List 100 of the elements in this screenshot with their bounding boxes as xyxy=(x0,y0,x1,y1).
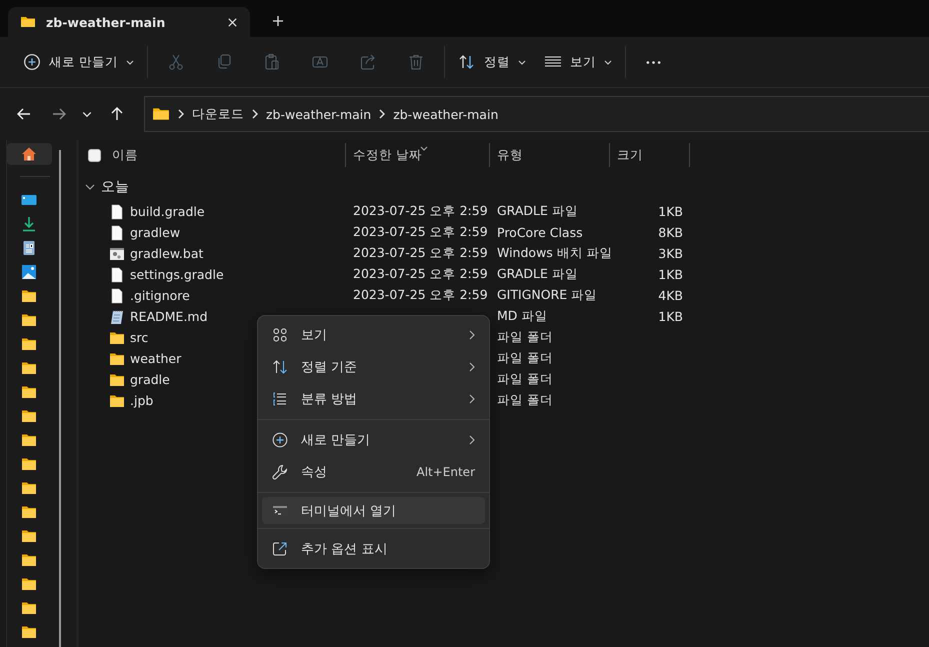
menu-item[interactable]: 터미널에서 열기 xyxy=(262,497,485,524)
monitor-icon xyxy=(21,192,37,208)
file-type: 파일 폴더 xyxy=(497,371,553,386)
chevron-right-icon[interactable] xyxy=(252,109,258,119)
new-button[interactable]: 새로 만들기 xyxy=(14,45,143,79)
file-type: ProCore Class xyxy=(497,225,583,240)
file-name[interactable]: settings.gradle xyxy=(130,267,224,282)
menu-item[interactable]: 보기 xyxy=(262,319,485,351)
window-tab[interactable]: zb-weather-main xyxy=(8,7,250,37)
file-icon xyxy=(109,204,125,220)
chevron-right-icon[interactable] xyxy=(178,109,184,119)
file-size: 3KB xyxy=(658,246,683,261)
modified-date: 2023-07-25 오후 2:59 xyxy=(353,287,488,302)
file-size: 4KB xyxy=(658,288,683,303)
folder-icon xyxy=(21,552,37,568)
column-header[interactable]: 유형 xyxy=(497,146,523,164)
folder-icon xyxy=(21,528,37,544)
new-tab-icon[interactable] xyxy=(272,15,284,27)
clipboard-icon xyxy=(262,53,281,71)
breadcrumb[interactable]: 다운로드 xyxy=(192,106,244,122)
file-size: 1KB xyxy=(658,204,683,219)
wrench-icon xyxy=(272,464,288,480)
file-name[interactable]: .gitignore xyxy=(130,288,190,303)
folder-icon xyxy=(21,456,37,472)
folder-icon xyxy=(21,384,37,400)
breadcrumb[interactable]: zb-weather-main xyxy=(266,106,372,122)
download-icon xyxy=(21,216,37,232)
chevron-right-icon[interactable] xyxy=(379,109,386,119)
file-name[interactable]: build.gradle xyxy=(130,204,205,219)
file-type: Windows 배치 파일 xyxy=(497,245,613,260)
menu-item[interactable]: 새로 만들기 xyxy=(262,424,485,456)
file-type: 파일 폴더 xyxy=(497,350,553,365)
gears-file-icon xyxy=(109,246,125,262)
scissors-icon xyxy=(166,53,185,71)
file-size: 8KB xyxy=(658,225,683,240)
up-icon[interactable] xyxy=(109,106,125,122)
shortcut-label: Alt+Enter xyxy=(416,465,475,479)
plus-circle-icon xyxy=(23,53,41,71)
home-icon xyxy=(21,146,37,162)
tab-title: zb-weather-main xyxy=(46,14,166,30)
menu-item[interactable]: 분류 방법 xyxy=(262,383,485,415)
select-all-checkbox[interactable] xyxy=(88,148,101,162)
external-link-icon xyxy=(272,541,288,557)
sort-button[interactable]: 정렬 xyxy=(448,45,535,79)
address-bar[interactable]: 다운로드 zb-weather-main zb-weather-main xyxy=(144,96,929,132)
modified-date: 2023-07-25 오후 2:59 xyxy=(353,224,488,239)
forward-icon[interactable] xyxy=(51,106,67,122)
folder-icon xyxy=(21,432,37,448)
file-icon xyxy=(109,288,125,304)
more-icon xyxy=(646,60,661,64)
file-type: 파일 폴더 xyxy=(497,329,553,344)
group-header[interactable]: 오늘 xyxy=(101,178,129,196)
folder-icon xyxy=(109,350,125,366)
file-icon xyxy=(109,266,125,282)
folder-icon xyxy=(21,480,37,496)
folder-icon xyxy=(20,14,36,30)
file-name[interactable]: weather xyxy=(130,351,182,366)
image-icon xyxy=(21,264,37,280)
modified-date: 2023-07-25 오후 2:59 xyxy=(353,203,488,218)
column-header[interactable]: 이름 xyxy=(112,146,138,164)
sort-arrows-icon xyxy=(272,359,288,375)
folder-icon xyxy=(21,600,37,616)
folder-icon xyxy=(21,312,37,328)
file-name[interactable]: README.md xyxy=(130,309,208,324)
close-icon[interactable] xyxy=(227,16,238,28)
back-icon[interactable] xyxy=(16,106,32,122)
menu-item[interactable]: 속성 Alt+Enter xyxy=(262,456,485,488)
folder-icon xyxy=(21,504,37,520)
file-name[interactable]: gradle xyxy=(130,372,170,387)
column-header[interactable]: 수정한 날짜 xyxy=(353,146,422,164)
modified-date: 2023-07-25 오후 2:59 xyxy=(353,245,488,260)
file-type: GITIGNORE 파일 xyxy=(497,287,598,302)
trash-icon xyxy=(406,53,425,71)
sort-indicator-icon xyxy=(420,146,428,150)
file-name[interactable]: .jpb xyxy=(130,393,154,408)
caret-icon xyxy=(518,60,526,64)
notepad-icon xyxy=(109,308,125,324)
file-type: MD 파일 xyxy=(497,308,548,323)
folder-icon xyxy=(21,624,37,640)
file-name[interactable]: gradlew xyxy=(130,225,180,240)
view-button[interactable]: 보기 xyxy=(534,45,621,79)
folder-icon xyxy=(21,408,37,424)
menu-item[interactable]: 정렬 기준 xyxy=(262,351,485,383)
file-type: 파일 폴더 xyxy=(497,392,553,407)
file-name[interactable]: gradlew.bat xyxy=(130,246,204,261)
caret-icon xyxy=(604,60,612,64)
file-icon xyxy=(109,224,125,240)
file-name[interactable]: src xyxy=(130,330,148,345)
plus-circle-icon xyxy=(272,432,288,448)
breadcrumb[interactable]: zb-weather-main xyxy=(393,106,498,122)
menu-item[interactable]: 추가 옵션 표시 xyxy=(262,533,485,565)
list-icon xyxy=(272,391,288,407)
column-header[interactable]: 크기 xyxy=(617,146,643,164)
folder-icon xyxy=(21,288,37,304)
folder-icon xyxy=(109,372,125,388)
file-size: 1KB xyxy=(658,267,683,282)
folder-icon xyxy=(109,330,125,346)
folder-icon xyxy=(21,336,37,352)
modified-date: 2023-07-25 오후 2:59 xyxy=(353,266,488,281)
chevron-icon[interactable] xyxy=(85,182,95,192)
